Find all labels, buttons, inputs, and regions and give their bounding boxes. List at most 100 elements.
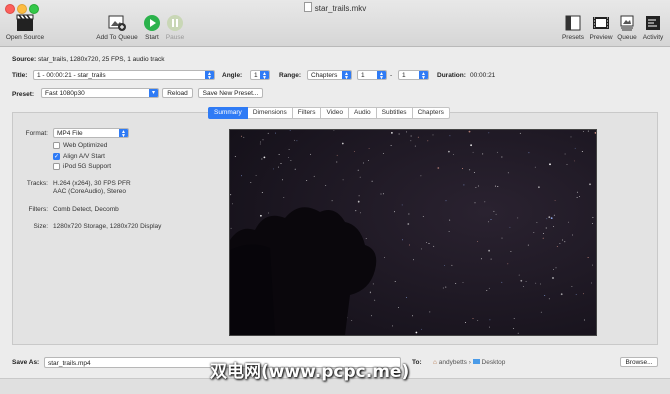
star-dot	[453, 154, 454, 155]
star-dot	[374, 300, 375, 301]
star-dot	[543, 238, 544, 239]
add-to-queue-button[interactable]: Add To Queue	[94, 14, 140, 41]
star-dot	[446, 200, 447, 201]
star-dot	[241, 175, 242, 176]
star-dot	[571, 136, 572, 137]
star-dot	[571, 286, 572, 287]
star-dot	[576, 294, 577, 295]
star-dot	[355, 210, 356, 211]
star-dot	[449, 135, 450, 136]
tab-video[interactable]: Video	[321, 107, 349, 119]
star-dot	[262, 192, 263, 193]
preset-select[interactable]: Fast 1080p30 ▾	[41, 88, 159, 98]
star-dot	[383, 153, 384, 154]
reload-button[interactable]: Reload	[162, 88, 193, 98]
start-button[interactable]: Start	[143, 14, 161, 41]
star-dot	[429, 243, 430, 244]
presets-drawer-icon	[564, 14, 582, 32]
star-dot	[481, 258, 482, 259]
presets-button[interactable]: Presets	[561, 14, 585, 41]
angle-select[interactable]: 1 ▲▼	[250, 70, 270, 80]
star-dot	[478, 186, 479, 187]
star-dot	[372, 181, 373, 182]
star-dot	[268, 213, 269, 214]
star-dot	[583, 293, 584, 294]
star-dot	[465, 322, 466, 323]
star-dot	[552, 277, 554, 279]
format-select[interactable]: MP4 File ▲▼	[53, 128, 129, 138]
tab-chapters[interactable]: Chapters	[413, 107, 450, 119]
handbrake-window: star_trails.mkv Open Source Add To Queue	[0, 0, 670, 393]
destination-path[interactable]: ⌂ andybetts › Desktop	[433, 359, 505, 366]
star-dot	[582, 151, 583, 152]
settings-tabs: Summary Dimensions Filters Video Audio S…	[208, 107, 450, 117]
star-dot	[509, 227, 510, 228]
tab-summary[interactable]: Summary	[208, 107, 248, 119]
tab-subtitles[interactable]: Subtitles	[377, 107, 413, 119]
star-dot	[359, 195, 360, 196]
star-dot	[306, 180, 307, 181]
star-dot	[577, 197, 578, 198]
duration-value: 00:00:21	[470, 72, 495, 79]
star-dot	[296, 140, 297, 141]
star-dot	[572, 235, 573, 236]
star-dot	[261, 159, 262, 160]
range-from-select[interactable]: 1 ▲▼	[357, 70, 387, 80]
chevron-down-icon: ▾	[149, 89, 158, 97]
ipod-label: iPod 5G Support	[63, 163, 111, 170]
chevron-updown-icon: ▲▼	[205, 71, 214, 79]
duration-label: Duration:	[437, 72, 466, 79]
destination-label: To:	[412, 359, 422, 366]
browse-button[interactable]: Browse...	[620, 357, 658, 367]
star-dot	[501, 282, 502, 283]
star-dot	[592, 265, 593, 266]
star-dot	[491, 219, 492, 220]
star-dot	[474, 172, 475, 173]
star-dot	[437, 167, 439, 169]
star-dot	[462, 168, 463, 169]
activity-button[interactable]: Activity	[640, 14, 666, 41]
star-dot	[495, 186, 496, 187]
title-select[interactable]: 1 - 00:00:21 - star_trails ▲▼	[33, 70, 215, 80]
queue-stack-icon	[618, 14, 636, 32]
align-av-checkbox[interactable]: ✓	[53, 153, 60, 160]
ipod-checkbox[interactable]	[53, 163, 60, 170]
star-dot	[588, 131, 589, 132]
filters-label: Filters:	[10, 206, 48, 213]
tab-filters[interactable]: Filters	[293, 107, 322, 119]
star-dot	[546, 218, 547, 219]
save-new-preset-button[interactable]: Save New Preset...	[198, 88, 263, 98]
star-dot	[562, 240, 563, 241]
star-dot	[290, 160, 291, 161]
star-dot	[256, 175, 257, 176]
range-type-select[interactable]: Chapters ▲▼	[307, 70, 352, 80]
tab-audio[interactable]: Audio	[349, 107, 377, 119]
watermark-text: 双电网(www.pcpc.me)	[210, 357, 409, 382]
star-dot	[383, 193, 384, 194]
star-dot	[418, 137, 419, 138]
star-dot	[230, 194, 231, 195]
add-queue-icon	[107, 14, 127, 32]
star-dot	[371, 315, 372, 316]
queue-button[interactable]: Queue	[616, 14, 638, 41]
star-dot	[429, 311, 430, 312]
size-value: 1280x720 Storage, 1280x720 Display	[53, 223, 161, 230]
star-dot	[260, 142, 261, 143]
range-to-select[interactable]: 1 ▲▼	[398, 70, 429, 80]
star-dot	[358, 201, 359, 202]
star-dot	[332, 200, 333, 201]
pause-button[interactable]: Pause	[165, 14, 185, 41]
save-as-label: Save As:	[12, 359, 39, 366]
tab-dimensions[interactable]: Dimensions	[248, 107, 293, 119]
preview-button[interactable]: Preview	[588, 14, 614, 41]
web-optimized-checkbox[interactable]	[53, 142, 60, 149]
star-dot	[463, 184, 464, 185]
star-dot	[489, 319, 490, 320]
star-dot	[489, 327, 490, 328]
open-source-button[interactable]: Open Source	[4, 14, 46, 41]
star-dot	[488, 132, 489, 133]
star-dot	[591, 283, 592, 284]
star-dot	[584, 320, 585, 321]
star-dot	[565, 154, 566, 155]
star-dot	[289, 149, 290, 150]
